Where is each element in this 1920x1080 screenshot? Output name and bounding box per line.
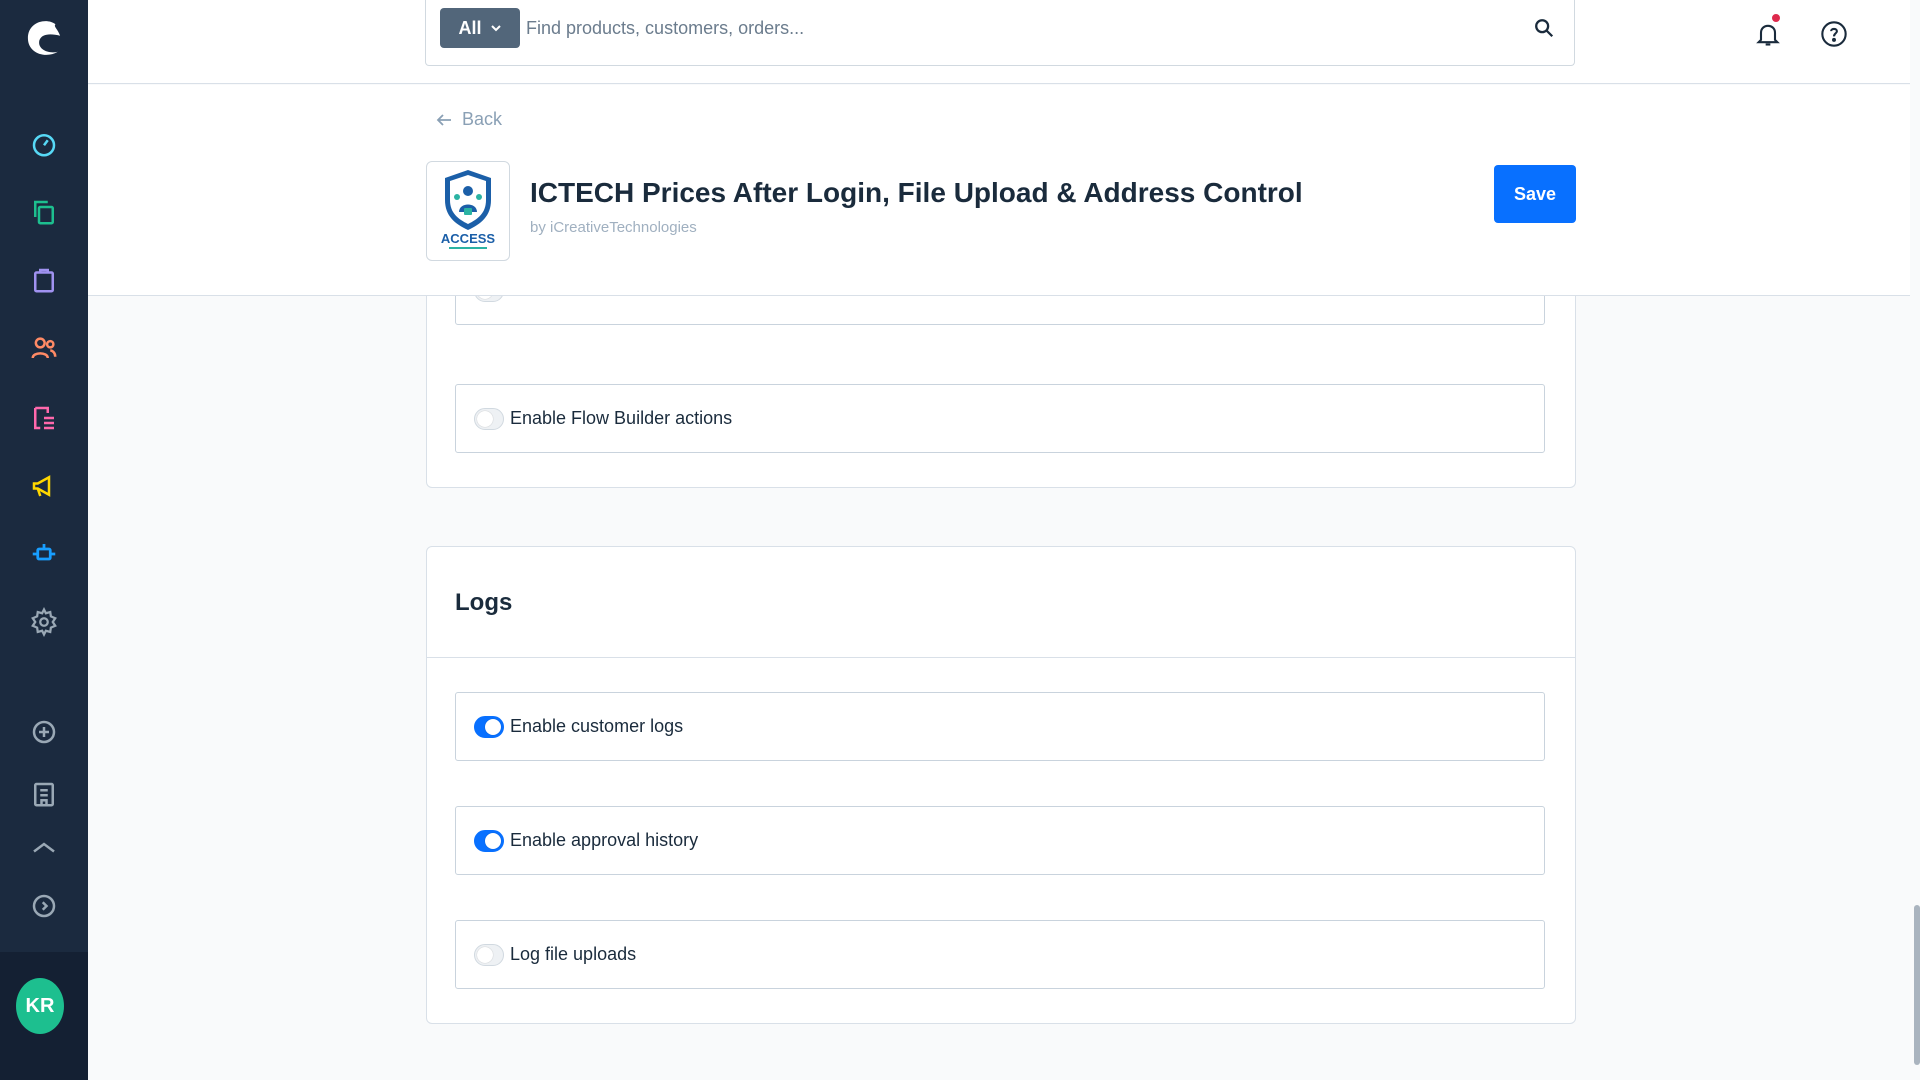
log-file-uploads-label: Log file uploads	[510, 944, 637, 964]
customer-logs-toggle[interactable]	[474, 715, 504, 738]
help-icon[interactable]	[1814, 14, 1854, 54]
search-scope-dropdown[interactable]: All	[440, 8, 520, 48]
extension-page-header: Back ACCESS ICTECH Prices After Login, F…	[88, 85, 1910, 296]
admin-sidebar: KR	[0, 0, 88, 1080]
notifications-bell-icon[interactable]	[1748, 14, 1788, 54]
page-title: ICTECH Prices After Login, File Upload &…	[530, 177, 1303, 208]
page-scrollbar[interactable]	[1914, 905, 1920, 1065]
save-button[interactable]: Save	[1494, 165, 1576, 223]
divider	[427, 657, 1575, 658]
extensions-icon[interactable]	[20, 530, 68, 578]
top-header: All	[88, 0, 1910, 84]
log-file-uploads-toggle[interactable]	[474, 943, 504, 966]
marketing-icon[interactable]	[20, 462, 68, 510]
storefront-icon[interactable]	[20, 770, 68, 818]
content-icon[interactable]	[20, 394, 68, 442]
settings-icon[interactable]	[20, 598, 68, 646]
search-input[interactable]	[526, 10, 1486, 46]
flow-builder-actions-label: Enable Flow Builder actions	[510, 408, 733, 428]
back-label: Back	[462, 109, 503, 129]
approval-history-label: Enable approval history	[510, 830, 699, 850]
approval-history-row: Enable approval history	[455, 806, 1545, 875]
catalogue-icon[interactable]	[20, 188, 68, 236]
arrow-left-icon	[436, 113, 451, 126]
customer-logs-row: Enable customer logs	[455, 692, 1545, 761]
avatar[interactable]: KR	[16, 978, 64, 1034]
logs-card-title: Logs	[455, 589, 513, 616]
chevron-down-icon	[490, 25, 501, 32]
expand-icon[interactable]	[20, 882, 68, 930]
dashboard-icon[interactable]	[20, 120, 68, 168]
access-manager-logo-icon: ACCESS	[441, 170, 496, 249]
approval-history-toggle[interactable]	[474, 829, 504, 852]
customer-logs-label: Enable customer logs	[510, 716, 684, 736]
app-vendor: by iCreativeTechnologies	[530, 219, 697, 236]
customers-icon[interactable]	[20, 324, 68, 372]
shopware-logo[interactable]	[16, 10, 72, 66]
logs-card: Logs Enable customer logs Enable approva…	[426, 546, 1576, 1024]
logo-text: ACCESS	[441, 231, 496, 246]
app-logo: ACCESS	[426, 161, 510, 261]
flow-builder-actions-toggle[interactable]	[474, 407, 504, 430]
log-file-uploads-row: Log file uploads	[455, 920, 1545, 989]
store-icon[interactable]	[20, 842, 68, 856]
search-scope-label: All	[458, 17, 482, 38]
add-icon[interactable]	[20, 708, 68, 756]
global-search: All	[425, 0, 1575, 66]
search-icon[interactable]	[1528, 12, 1560, 44]
flow-builder-actions-row: Enable Flow Builder actions	[455, 384, 1545, 453]
notification-indicator	[1772, 14, 1780, 22]
back-link[interactable]: Back	[436, 109, 502, 130]
user-menu[interactable]: KR	[0, 952, 88, 1080]
orders-icon[interactable]	[20, 256, 68, 304]
